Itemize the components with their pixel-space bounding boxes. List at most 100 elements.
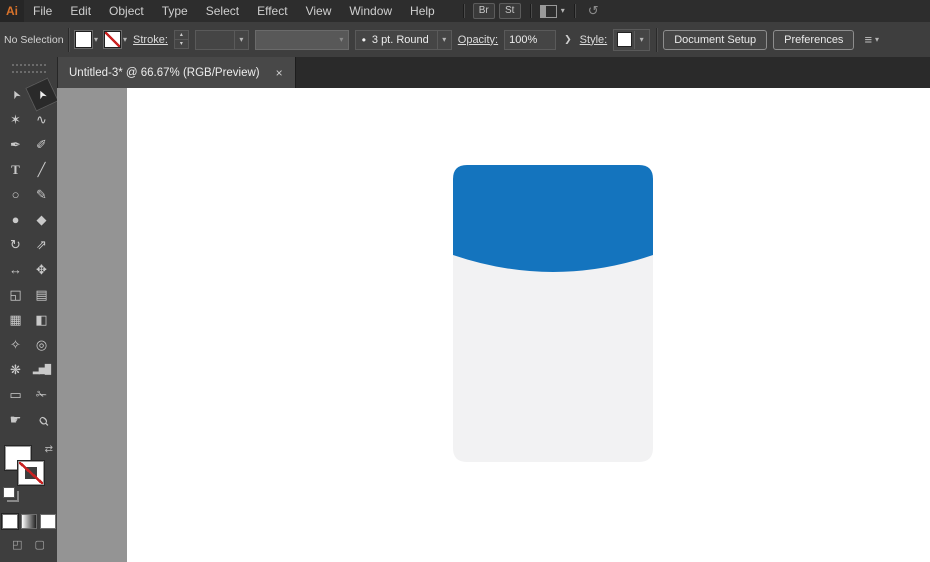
menu-file[interactable]: File <box>24 0 61 22</box>
cs-live-icon[interactable]: ↺ <box>588 3 599 19</box>
brush-preview-icon: • <box>361 32 366 47</box>
chevron-down-icon[interactable]: ▾ <box>561 7 565 15</box>
stroke-swatch[interactable] <box>18 461 44 485</box>
selection-status: No Selection <box>4 33 64 46</box>
separator <box>656 27 658 52</box>
gradient-tool[interactable]: ◧ <box>29 307 55 332</box>
eraser-tool[interactable]: ◆ <box>29 207 55 232</box>
document-tab[interactable]: Untitled-3* @ 66.67% (RGB/Preview) × <box>57 57 296 88</box>
style-panel-link[interactable]: Style: <box>580 34 608 46</box>
chevron-down-icon[interactable]: ▾ <box>875 35 879 44</box>
bridge-button[interactable]: Br <box>472 3 495 19</box>
shape-builder-tool[interactable]: ◱ <box>3 282 29 307</box>
menu-select[interactable]: Select <box>197 0 248 22</box>
menu-window[interactable]: Window <box>340 0 401 22</box>
separator <box>68 27 69 52</box>
magic-wand-tool[interactable]: ✶ <box>3 107 29 132</box>
variable-width-profile-dropdown: ▾ <box>254 29 349 50</box>
tools-panel: ➤ ➤ ✶ ∿ ✒ ✐ T ╱ ○ ✎ ● ◆ ↻ ⇗ ↔ ✥ ◱ ▤ ▦ ◧ ✧ ◎ ❋ ▂▅█ ▭ ✁ ☛ ϙ ⇄ ◰ ▢ <box>0 57 59 562</box>
style-swatch-icon <box>617 32 633 47</box>
jar-shape[interactable] <box>453 165 653 462</box>
chevron-down-icon[interactable]: ▾ <box>233 30 248 49</box>
arrange-control[interactable]: ≡ ▾ <box>864 32 879 47</box>
artboard-tool[interactable]: ▭ <box>3 382 29 407</box>
opacity-value: 100% <box>509 33 538 46</box>
preferences-button[interactable]: Preferences <box>773 29 855 50</box>
gradient-button[interactable] <box>20 514 37 529</box>
menubar-right: Br St ▾ ↺ <box>458 3 599 19</box>
menu-items: File Edit Object Type Select Effect View Window… <box>24 0 444 22</box>
panel-drag-handle[interactable] <box>11 64 46 73</box>
document-tab-title: Untitled-3* @ 66.67% (RGB/Preview) <box>69 66 260 79</box>
chevron-down-icon[interactable]: ▾ <box>94 35 98 44</box>
menu-edit[interactable]: Edit <box>61 0 100 22</box>
brush-definition-dropdown[interactable]: • 3 pt. Round ▾ <box>354 29 452 50</box>
opacity-expand-icon[interactable]: ❯ <box>562 34 574 45</box>
jar-body-shape[interactable] <box>453 245 653 462</box>
eyedropper-tool[interactable]: ✧ <box>3 332 29 357</box>
stepper-up-icon[interactable]: ▴ <box>174 31 188 40</box>
menubar: Ai File Edit Object Type Select Effect View Win… <box>0 0 930 23</box>
scale-tool[interactable]: ⇗ <box>29 232 55 257</box>
stroke-color-control[interactable]: ▾ <box>104 31 127 48</box>
stock-button[interactable]: St <box>498 3 521 19</box>
column-graph-tool[interactable]: ▂▅█ <box>29 357 55 382</box>
stroke-panel-link[interactable]: Stroke: <box>133 34 168 46</box>
lasso-tool[interactable]: ∿ <box>29 107 55 132</box>
default-fill-stroke-icon[interactable] <box>3 487 15 498</box>
pencil-tool[interactable]: ✎ <box>29 182 55 207</box>
brush-definition-value: 3 pt. Round <box>371 33 429 46</box>
stroke-weight-stepper[interactable]: ▴ ▾ <box>173 30 189 49</box>
pasteboard[interactable] <box>57 88 930 562</box>
fill-color-control[interactable]: ▾ <box>75 31 98 48</box>
fill-color-swatch-icon <box>75 31 92 48</box>
document-setup-button[interactable]: Document Setup <box>663 29 768 50</box>
separator <box>462 4 464 18</box>
menu-view[interactable]: View <box>297 0 341 22</box>
mesh-tool[interactable]: ▦ <box>3 307 29 332</box>
stepper-down-icon[interactable]: ▾ <box>175 40 188 48</box>
document-tabbar: Untitled-3* @ 66.67% (RGB/Preview) × <box>57 57 930 89</box>
arrange-documents-icon[interactable] <box>539 4 557 18</box>
menu-effect[interactable]: Effect <box>248 0 296 22</box>
pen-tool[interactable]: ✒ <box>3 132 29 157</box>
chevron-down-icon[interactable]: ▾ <box>436 30 451 49</box>
menu-help[interactable]: Help <box>401 0 444 22</box>
line-tool[interactable]: ╱ <box>29 157 55 182</box>
paintbrush-tool[interactable]: ✐ <box>29 132 55 157</box>
drawing-mode-icon[interactable]: ◰ <box>12 538 22 551</box>
illustrator-window: Ai File Edit Object Type Select Effect View Win… <box>0 0 930 562</box>
chevron-down-icon: ▾ <box>339 34 344 44</box>
fill-stroke-indicator: ⇄ <box>0 444 57 498</box>
chevron-down-icon[interactable]: ▾ <box>123 35 127 44</box>
swap-fill-stroke-icon[interactable]: ⇄ <box>45 444 53 455</box>
style-dropdown[interactable]: ▾ <box>613 28 651 51</box>
chevron-down-icon[interactable]: ▾ <box>634 30 648 49</box>
color-mode-row <box>0 514 57 529</box>
app-logo: Ai <box>0 0 24 22</box>
type-tool[interactable]: T <box>3 157 29 182</box>
arrange-icon[interactable]: ≡ <box>864 32 872 47</box>
ellipse-tool[interactable]: ○ <box>3 182 29 207</box>
menu-object[interactable]: Object <box>100 0 153 22</box>
stroke-none-swatch-icon <box>104 31 122 48</box>
separator <box>573 4 575 18</box>
menu-type[interactable]: Type <box>153 0 197 22</box>
blob-brush-tool[interactable]: ● <box>3 207 29 232</box>
none-button[interactable] <box>39 514 56 529</box>
jar-lid-shape[interactable] <box>453 165 653 272</box>
blend-tool[interactable]: ◎ <box>29 332 55 357</box>
width-tool[interactable]: ↔ <box>3 257 29 282</box>
screen-mode-icon[interactable]: ▢ <box>35 538 45 551</box>
tab-close-icon[interactable]: × <box>276 66 283 80</box>
toolbar-bottom-row: ◰ ▢ <box>0 538 57 551</box>
stroke-weight-dropdown[interactable]: ▾ <box>194 29 249 50</box>
color-button[interactable] <box>1 514 18 529</box>
opacity-panel-link[interactable]: Opacity: <box>458 34 498 46</box>
perspective-grid-tool[interactable]: ▤ <box>29 282 55 307</box>
rotate-tool[interactable]: ↻ <box>3 232 29 257</box>
free-transform-tool[interactable]: ✥ <box>29 257 55 282</box>
opacity-field[interactable]: 100% <box>504 29 557 50</box>
symbol-sprayer-tool[interactable]: ❋ <box>3 357 29 382</box>
control-bar: No Selection ▾ ▾ Stroke: ▴ ▾ ▾ ▾ • 3 pt.… <box>0 22 930 58</box>
